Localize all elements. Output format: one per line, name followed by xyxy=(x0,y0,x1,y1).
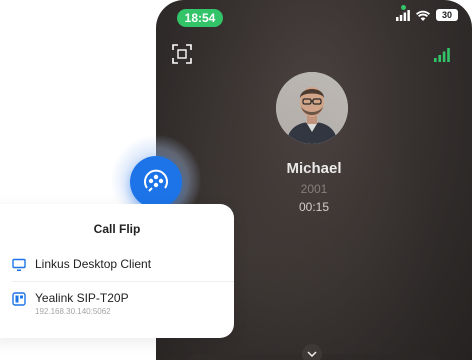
linkus-logo-icon xyxy=(144,169,168,192)
caller-avatar xyxy=(276,72,348,144)
collapse-button[interactable] xyxy=(302,344,322,360)
desk-phone-icon xyxy=(12,292,26,306)
device-item-yealink[interactable]: Yealink SIP-T20P 192.168.30.140:5062 xyxy=(12,291,129,316)
call-flip-panel: Call Flip Linkus Desktop Client Yealink … xyxy=(0,204,234,338)
call-quality-icon xyxy=(434,48,450,62)
divider xyxy=(12,281,234,282)
caller-number: 2001 xyxy=(300,182,328,196)
monitor-icon xyxy=(12,258,26,271)
battery-icon: 30 xyxy=(436,9,458,21)
scan-icon[interactable] xyxy=(172,44,192,64)
caller-name: Michael xyxy=(286,160,342,177)
device-label: Linkus Desktop Client xyxy=(35,257,152,271)
device-label: Yealink SIP-T20P xyxy=(35,291,129,305)
wifi-icon xyxy=(416,10,430,21)
status-time: 18:54 xyxy=(177,9,223,27)
call-flip-button[interactable] xyxy=(130,156,182,208)
device-address: 192.168.30.140:5062 xyxy=(35,307,111,316)
cellular-signal-icon xyxy=(396,9,410,21)
chevron-down-icon xyxy=(307,351,317,357)
device-item-linkus-desktop[interactable]: Linkus Desktop Client xyxy=(12,257,151,272)
panel-title: Call Flip xyxy=(93,222,141,236)
status-bar-right: 30 xyxy=(396,9,458,21)
